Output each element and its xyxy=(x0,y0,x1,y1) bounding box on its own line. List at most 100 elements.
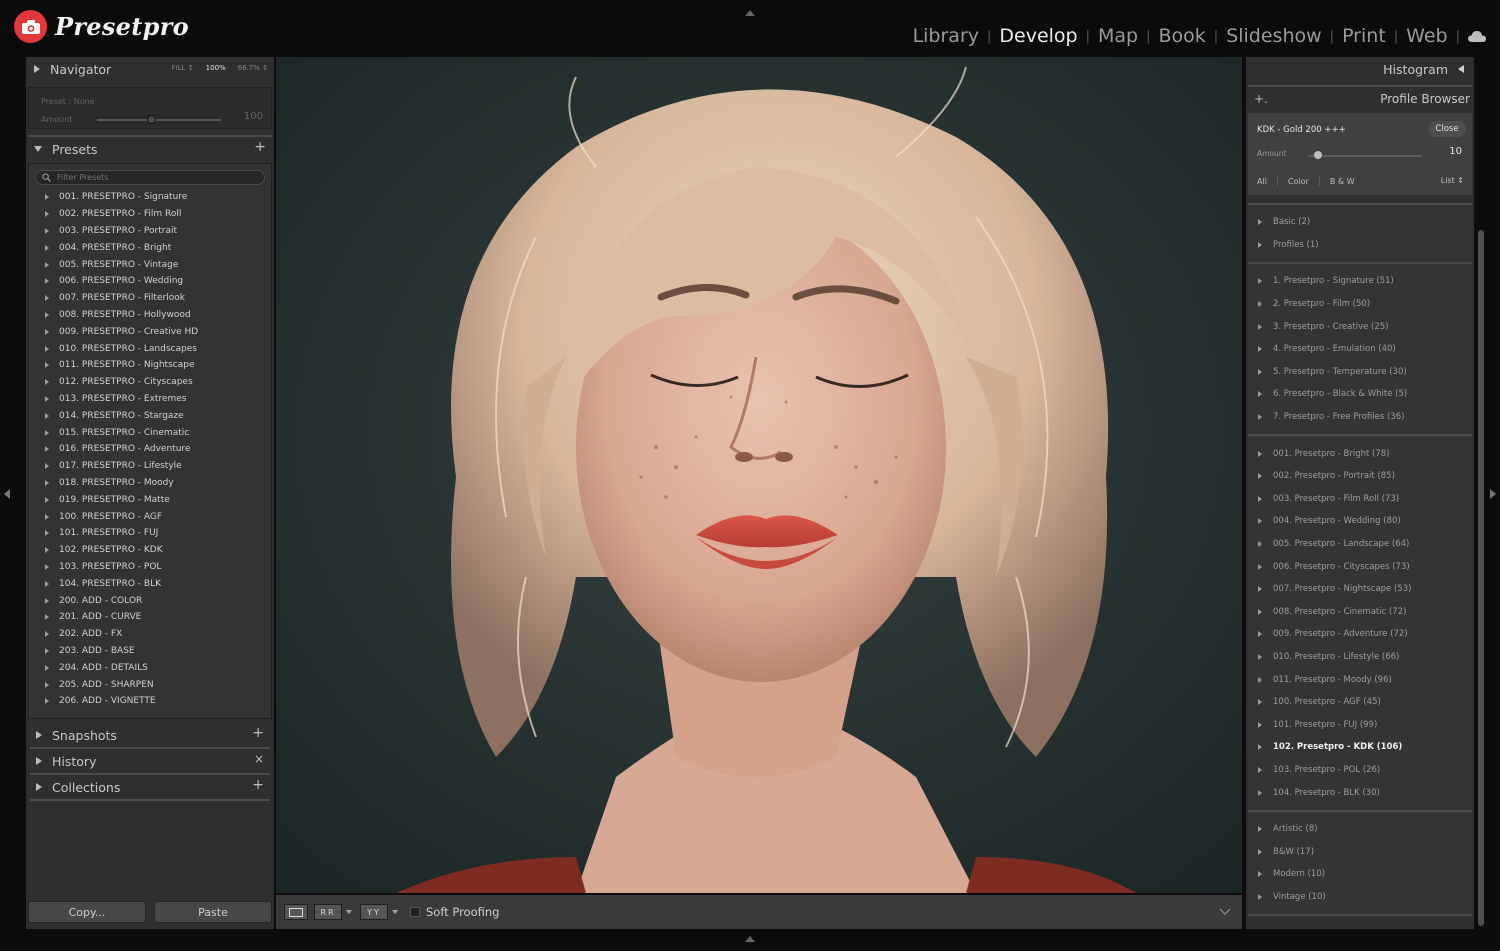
profile-group-item[interactable]: Profiles (1) xyxy=(1248,234,1472,257)
profile-group-item[interactable]: 007. Presetpro - Nightscape (53) xyxy=(1248,578,1472,601)
view-mode-select[interactable]: List ↕ xyxy=(1441,176,1464,185)
profile-group-item[interactable]: Vintage (10) xyxy=(1248,886,1472,909)
profile-group-item[interactable]: 102. Presetpro - KDK (106) xyxy=(1248,736,1472,759)
preset-folder[interactable]: 006. PRESETPRO - Wedding xyxy=(29,273,271,290)
profile-group-item[interactable]: 2. Presetpro - Film (50) xyxy=(1248,293,1472,316)
preset-folder[interactable]: 005. PRESETPRO - Vintage xyxy=(29,256,271,273)
profile-group-item[interactable]: 100. Presetpro - AGF (45) xyxy=(1248,691,1472,714)
preset-folder[interactable]: 018. PRESETPRO - Moody xyxy=(29,475,271,492)
category-all[interactable]: All xyxy=(1257,177,1267,186)
collapse-top-arrow-icon[interactable] xyxy=(745,10,755,16)
module-slideshow[interactable]: Slideshow xyxy=(1218,25,1329,47)
category-color[interactable]: Color xyxy=(1288,177,1309,186)
preset-folder[interactable]: 015. PRESETPRO - Cinematic xyxy=(29,424,271,441)
preset-folder[interactable]: 012. PRESETPRO - Cityscapes xyxy=(29,374,271,391)
preset-folder[interactable]: 001. PRESETPRO - Signature xyxy=(29,189,271,206)
category-bw[interactable]: B & W xyxy=(1330,177,1355,186)
preset-folder[interactable]: 013. PRESETPRO - Extremes xyxy=(29,391,271,408)
preset-folder[interactable]: 102. PRESETPRO - KDK xyxy=(29,542,271,559)
zoom-100[interactable]: 100% xyxy=(206,64,226,72)
profile-group-item[interactable]: 011. Presetpro - Moody (96) xyxy=(1248,668,1472,691)
collapse-bottom-arrow-icon[interactable] xyxy=(745,936,755,942)
clear-history-close-icon[interactable]: × xyxy=(254,752,264,766)
cloud-icon[interactable] xyxy=(1468,25,1486,47)
profile-amount-slider-knob[interactable] xyxy=(1314,151,1322,159)
preset-folder[interactable]: 007. PRESETPRO - Filterlook xyxy=(29,290,271,307)
profile-group-item[interactable]: 5. Presetpro - Temperature (30) xyxy=(1248,361,1472,384)
snapshots-header[interactable]: Snapshots + xyxy=(28,723,272,747)
add-snapshot-plus-icon[interactable]: + xyxy=(252,725,264,741)
profile-group-item[interactable]: 010. Presetpro - Lifestyle (66) xyxy=(1248,646,1472,669)
before-after-icon[interactable]: RR xyxy=(314,904,342,920)
profile-group-item[interactable]: 1. Presetpro - Signature (51) xyxy=(1248,270,1472,293)
amount-slider-track[interactable] xyxy=(97,119,221,121)
zoom-66[interactable]: 66.7% ↕ xyxy=(238,64,268,72)
before-after-dropdown-icon[interactable] xyxy=(346,910,352,914)
preset-folder[interactable]: 201. ADD - CURVE xyxy=(29,609,271,626)
preset-folder[interactable]: 004. PRESETPRO - Bright xyxy=(29,239,271,256)
preset-folder[interactable]: 206. ADD - VIGNETTE xyxy=(29,693,271,710)
paste-button[interactable]: Paste xyxy=(154,901,272,923)
preset-folder[interactable]: 019. PRESETPRO - Matte xyxy=(29,491,271,508)
collapse-left-arrow-icon[interactable] xyxy=(4,489,10,499)
preset-folder[interactable]: 205. ADD - SHARPEN xyxy=(29,676,271,693)
preset-folder[interactable]: 100. PRESETPRO - AGF xyxy=(29,508,271,525)
preset-folder[interactable]: 008. PRESETPRO - Hollywood xyxy=(29,307,271,324)
profile-group-item[interactable]: Artistic (8) xyxy=(1248,818,1472,841)
preset-folder[interactable]: 002. PRESETPRO - Film Roll xyxy=(29,206,271,223)
preset-folder[interactable]: 103. PRESETPRO - POL xyxy=(29,559,271,576)
preset-folder[interactable]: 016. PRESETPRO - Adventure xyxy=(29,441,271,458)
profile-group-item[interactable]: 3. Presetpro - Creative (25) xyxy=(1248,315,1472,338)
add-collection-plus-icon[interactable]: + xyxy=(252,777,264,793)
profile-group-item[interactable]: 009. Presetpro - Adventure (72) xyxy=(1248,623,1472,646)
module-web[interactable]: Web xyxy=(1398,25,1455,47)
preset-folder[interactable]: 101. PRESETPRO - FUJ xyxy=(29,525,271,542)
module-map[interactable]: Map xyxy=(1090,25,1146,47)
profile-group-item[interactable]: Basic (2) xyxy=(1248,211,1472,234)
preset-folder[interactable]: 200. ADD - COLOR xyxy=(29,592,271,609)
module-print[interactable]: Print xyxy=(1334,25,1394,47)
profile-group-item[interactable]: Modern (10) xyxy=(1248,863,1472,886)
copy-button[interactable]: Copy... xyxy=(28,901,146,923)
history-header[interactable]: History × xyxy=(28,749,272,773)
profile-group-item[interactable]: 005. Presetpro - Landscape (64) xyxy=(1248,533,1472,556)
loupe-view-icon[interactable] xyxy=(284,904,308,920)
module-develop[interactable]: Develop xyxy=(991,25,1085,47)
close-profile-browser-button[interactable]: Close xyxy=(1428,121,1466,137)
module-library[interactable]: Library xyxy=(905,25,987,47)
profile-group-item[interactable]: 008. Presetpro - Cinematic (72) xyxy=(1248,601,1472,624)
preset-folder[interactable]: 010. PRESETPRO - Landscapes xyxy=(29,340,271,357)
preset-folder[interactable]: 204. ADD - DETAILS xyxy=(29,659,271,676)
preset-folder[interactable]: 014. PRESETPRO - Stargaze xyxy=(29,407,271,424)
profile-group-item[interactable]: 004. Presetpro - Wedding (80) xyxy=(1248,510,1472,533)
profile-amount-slider-track[interactable] xyxy=(1308,155,1422,157)
preset-folder[interactable]: 011. PRESETPRO - Nightscape xyxy=(29,357,271,374)
preset-filter[interactable] xyxy=(35,170,265,185)
photo-preview[interactable] xyxy=(276,57,1242,893)
profile-group-item[interactable]: 002. Presetpro - Portrait (85) xyxy=(1248,465,1472,488)
profile-group-item[interactable]: 104. Presetpro - BLK (30) xyxy=(1248,781,1472,804)
profile-group-item[interactable]: 4. Presetpro - Emulation (40) xyxy=(1248,338,1472,361)
add-profile-plus-icon[interactable]: +. xyxy=(1254,92,1268,106)
collections-header[interactable]: Collections + xyxy=(28,775,272,799)
preset-folder[interactable]: 017. PRESETPRO - Lifestyle xyxy=(29,458,271,475)
profile-group-item[interactable]: 003. Presetpro - Film Roll (73) xyxy=(1248,488,1472,511)
swap-dropdown-icon[interactable] xyxy=(392,910,398,914)
profile-group-item[interactable]: 103. Presetpro - POL (26) xyxy=(1248,759,1472,782)
profile-group-item[interactable]: 006. Presetpro - Cityscapes (73) xyxy=(1248,555,1472,578)
profile-group-item[interactable]: B&W (17) xyxy=(1248,840,1472,863)
preset-folder[interactable]: 009. PRESETPRO - Creative HD xyxy=(29,323,271,340)
histogram-header[interactable]: Histogram xyxy=(1246,57,1474,81)
collapse-right-arrow-icon[interactable] xyxy=(1490,489,1496,499)
preset-filter-input[interactable] xyxy=(57,173,237,182)
preset-folder[interactable]: 104. PRESETPRO - BLK xyxy=(29,575,271,592)
right-panel-scrollbar[interactable] xyxy=(1478,230,1484,926)
zoom-fill[interactable]: FILL ↕ xyxy=(172,64,194,72)
soft-proofing-checkbox[interactable] xyxy=(410,907,420,917)
profile-group-item[interactable]: 7. Presetpro - Free Profiles (36) xyxy=(1248,406,1472,429)
presets-header[interactable]: Presets + xyxy=(26,137,274,161)
amount-slider-knob[interactable] xyxy=(147,115,156,124)
module-book[interactable]: Book xyxy=(1151,25,1214,47)
navigator-header[interactable]: Navigator FILL ↕ 100% 66.7% ↕ xyxy=(26,57,274,81)
profile-group-item[interactable]: 001. Presetpro - Bright (78) xyxy=(1248,442,1472,465)
